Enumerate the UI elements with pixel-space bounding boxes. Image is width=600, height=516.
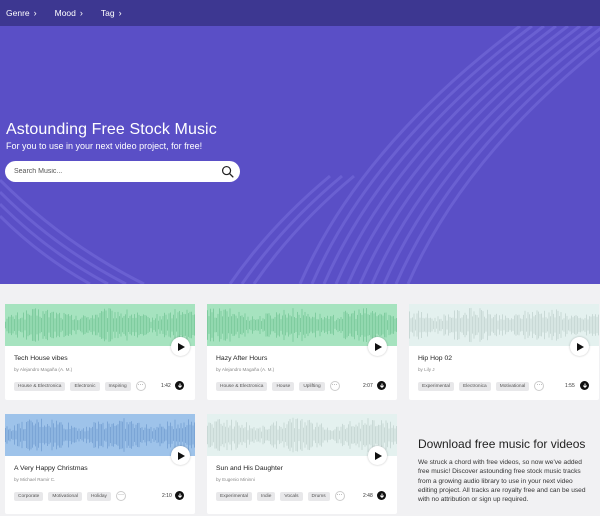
track-card[interactable]: A Very Happy Christmas by Michael Ramir … xyxy=(5,414,195,514)
track-card[interactable]: Sun and His Daughter by Eugenio Mininni … xyxy=(207,414,397,514)
waveform[interactable] xyxy=(207,304,397,346)
page-title: Astounding Free Stock Music xyxy=(6,121,217,138)
chevron-right-icon: › xyxy=(33,7,37,18)
download-button[interactable] xyxy=(377,381,386,390)
track-tags: Experimental Indie Vocals Drums ··· xyxy=(216,491,345,501)
download-button[interactable] xyxy=(175,491,184,500)
tag-chip[interactable]: Corporate xyxy=(14,491,44,501)
nav-genre[interactable]: Genre › xyxy=(6,8,37,18)
tag-chip[interactable]: Electronica xyxy=(459,381,491,391)
nav-genre-label: Genre xyxy=(6,8,30,18)
promo-text: We struck a chord with free videos, so n… xyxy=(418,459,586,504)
nav-tag-label: Tag xyxy=(100,8,115,18)
tag-chip[interactable]: Experimental xyxy=(216,491,252,501)
track-duration: 2:07 xyxy=(363,383,373,389)
waveform-graphic xyxy=(207,304,397,346)
download-button[interactable] xyxy=(377,491,386,500)
tag-chip[interactable]: Experimental xyxy=(418,381,454,391)
track-author[interactable]: by Michael Ramir C. xyxy=(14,477,55,482)
play-button[interactable] xyxy=(570,337,589,356)
waveform-graphic xyxy=(5,414,195,456)
nav-mood[interactable]: Mood › xyxy=(55,8,83,18)
download-icon xyxy=(582,383,587,388)
search-input[interactable] xyxy=(14,168,204,175)
play-button[interactable] xyxy=(171,337,190,356)
track-author[interactable]: by Eugenio Mininni xyxy=(216,477,255,482)
tag-chip[interactable]: Motivational xyxy=(495,381,530,391)
tag-chip[interactable]: Uplifting xyxy=(299,381,325,391)
play-button[interactable] xyxy=(368,337,387,356)
play-button[interactable] xyxy=(368,446,387,465)
track-card[interactable]: Hip Hop 02 by Lily J Experimental Electr… xyxy=(409,304,599,400)
waveform[interactable] xyxy=(5,414,195,456)
track-title[interactable]: Sun and His Daughter xyxy=(216,465,283,472)
play-icon xyxy=(375,451,382,460)
nav-mood-label: Mood xyxy=(54,8,76,18)
waveform[interactable] xyxy=(5,304,195,346)
track-card[interactable]: Tech House vibes by Alejandro Magaña (A.… xyxy=(5,304,195,400)
page-subtitle: For you to use in your next video projec… xyxy=(6,141,203,151)
tag-chip[interactable]: Motivational xyxy=(48,491,82,501)
track-title[interactable]: Hip Hop 02 xyxy=(418,355,452,362)
play-icon xyxy=(178,342,185,351)
track-title[interactable]: Tech House vibes xyxy=(14,355,68,362)
track-author[interactable]: by Alejandro Magaña (A. M.) xyxy=(216,367,274,372)
download-button[interactable] xyxy=(175,381,184,390)
track-title[interactable]: Hazy After Hours xyxy=(216,355,267,362)
track-title[interactable]: A Very Happy Christmas xyxy=(14,465,88,472)
play-icon xyxy=(577,342,584,351)
hero-banner: Astounding Free Stock Music For you to u… xyxy=(0,26,600,284)
nav-tag[interactable]: Tag › xyxy=(101,8,122,18)
tag-chip[interactable]: Holiday xyxy=(86,491,111,501)
track-duration: 1:42 xyxy=(161,383,171,389)
search-bar xyxy=(5,161,240,182)
download-icon xyxy=(177,493,182,498)
tag-chip[interactable]: House & Electronica xyxy=(216,381,268,391)
search-icon[interactable] xyxy=(221,165,234,178)
download-icon xyxy=(379,493,384,498)
tag-chip[interactable]: Drums xyxy=(307,491,330,501)
tag-chip[interactable]: House & Electronica xyxy=(14,381,66,391)
more-tags-button[interactable]: ··· xyxy=(534,381,545,391)
waveform[interactable] xyxy=(409,304,599,346)
track-tags: House & Electronica House Uplifting ··· xyxy=(216,381,340,391)
waveform-graphic xyxy=(409,304,599,346)
top-nav: Genre › Mood › Tag › xyxy=(0,0,600,26)
track-duration: 1:55 xyxy=(565,383,575,389)
tag-chip[interactable]: House xyxy=(272,381,295,391)
track-tags: Corporate Motivational Holiday ··· xyxy=(14,491,126,501)
track-duration: 2:10 xyxy=(162,493,172,499)
play-icon xyxy=(375,342,382,351)
chevron-right-icon: › xyxy=(118,7,122,18)
more-tags-button[interactable]: ··· xyxy=(115,491,126,501)
track-tags: House & Electronica Electronic Inspiring… xyxy=(14,381,146,391)
tag-chip[interactable]: Inspiring xyxy=(104,381,131,391)
track-duration: 2:48 xyxy=(363,493,373,499)
tag-chip[interactable]: Electronic xyxy=(70,381,100,391)
waveform-graphic xyxy=(5,304,195,346)
promo-title: Download free music for videos xyxy=(418,437,586,451)
play-icon xyxy=(178,451,185,460)
more-tags-button[interactable]: ··· xyxy=(334,491,345,501)
track-author[interactable]: by Alejandro Magaña (A. M.) xyxy=(14,367,72,372)
tag-chip[interactable]: Indie xyxy=(257,491,276,501)
download-button[interactable] xyxy=(580,381,589,390)
more-tags-button[interactable]: ··· xyxy=(329,381,340,391)
track-tags: Experimental Electronica Motivational ··… xyxy=(418,381,545,391)
more-tags-button[interactable]: ··· xyxy=(135,381,146,391)
download-icon xyxy=(379,383,384,388)
track-author[interactable]: by Lily J xyxy=(418,367,435,372)
track-card[interactable]: Hazy After Hours by Alejandro Magaña (A.… xyxy=(207,304,397,400)
tag-chip[interactable]: Vocals xyxy=(280,491,303,501)
download-icon xyxy=(177,383,182,388)
chevron-right-icon: › xyxy=(79,7,83,18)
hero-stripes-decoration xyxy=(0,26,600,284)
play-button[interactable] xyxy=(171,446,190,465)
